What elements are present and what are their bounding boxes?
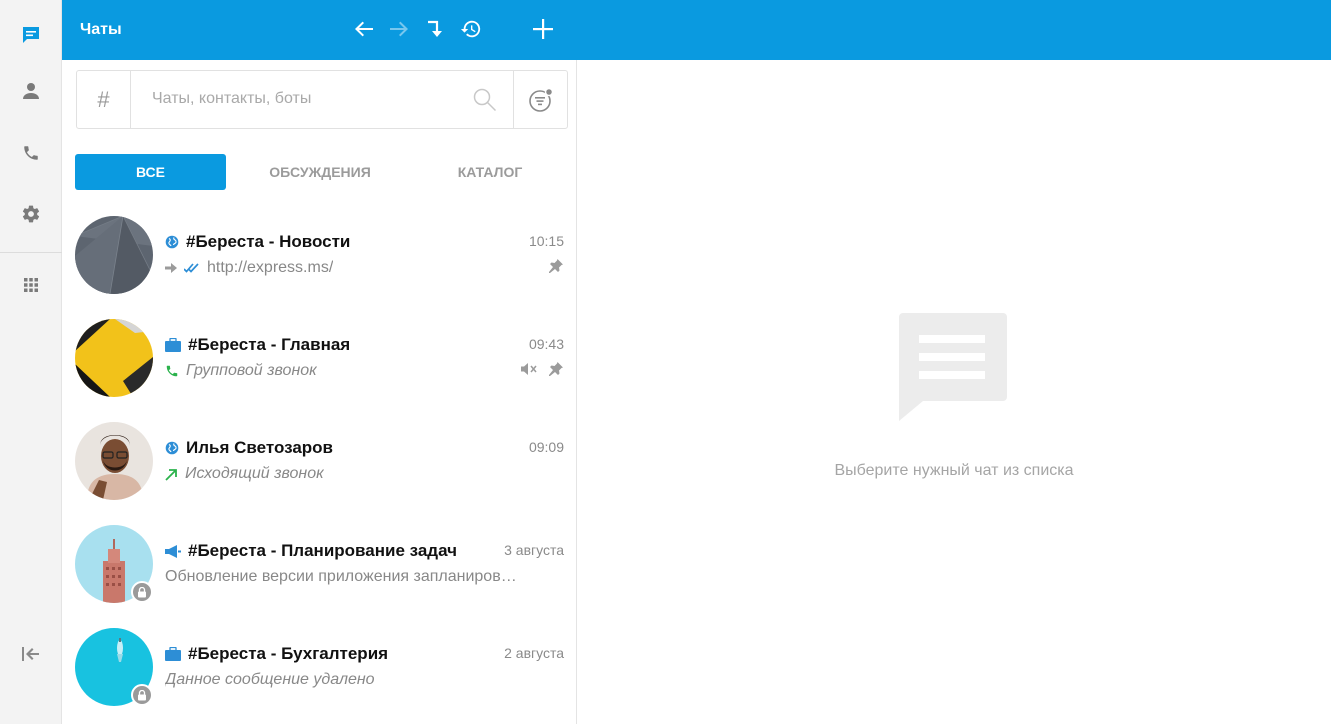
chat-time: 3 августа bbox=[504, 542, 564, 558]
chat-preview: Групповой звонок bbox=[186, 362, 317, 379]
chat-title-row: Илья Светозаров bbox=[165, 438, 333, 458]
chat-preview-row: Групповой звонок bbox=[165, 361, 565, 381]
rail-divider bbox=[0, 252, 62, 253]
chat-item-berestaaccounting[interactable]: #Береста - Бухгалтерия 2 августа Данное … bbox=[62, 614, 576, 717]
forwarded-icon bbox=[165, 263, 177, 273]
message-icon bbox=[899, 313, 1007, 421]
gear-icon bbox=[22, 205, 40, 223]
grid-icon bbox=[24, 278, 38, 292]
chat-title: #Береста - Бухгалтерия bbox=[188, 644, 389, 663]
chat-preview: Обновление версии приложения запланиров… bbox=[165, 568, 517, 585]
globe-icon bbox=[165, 235, 179, 249]
search-box: # bbox=[76, 70, 568, 129]
back-arrow-icon bbox=[355, 21, 373, 37]
pin-icon bbox=[549, 259, 563, 273]
phone-icon bbox=[24, 146, 38, 160]
conversation-empty-state: Выберите нужный чат из списка bbox=[577, 60, 1331, 724]
chat-status-icons bbox=[521, 362, 563, 376]
chat-preview-row: Обновление версии приложения запланиров… bbox=[165, 567, 565, 587]
chat-item-berestanews[interactable]: #Береста - Новости 10:15 http://express.… bbox=[62, 202, 576, 305]
chat-time: 09:09 bbox=[528, 439, 564, 455]
chat-preview: http://express.ms/ bbox=[207, 259, 334, 276]
chat-preview: Исходящий звонок bbox=[185, 465, 324, 482]
chat-time: 2 августа bbox=[504, 645, 564, 661]
outgoing-call-icon bbox=[165, 468, 178, 481]
tab-catalog[interactable]: КАТАЛОГ bbox=[415, 154, 565, 190]
megaphone-icon bbox=[165, 544, 181, 558]
history-button[interactable] bbox=[456, 14, 486, 44]
chat-item-berestaplanning[interactable]: #Береста - Планирование задач 3 августа … bbox=[62, 511, 576, 614]
chat-title: Илья Светозаров bbox=[186, 438, 334, 457]
header-title: Чаты bbox=[80, 21, 122, 38]
briefcase-icon bbox=[165, 647, 181, 661]
search-icon bbox=[473, 88, 497, 112]
filter-icon bbox=[529, 87, 554, 112]
chat-title-row: #Береста - Бухгалтерия bbox=[165, 644, 388, 664]
left-rail bbox=[0, 0, 62, 724]
rail-apps-button[interactable] bbox=[0, 265, 62, 305]
chat-preview-row: Исходящий звонок bbox=[165, 464, 565, 484]
rail-contacts-button[interactable] bbox=[0, 71, 62, 111]
tab-all[interactable]: ВСЕ bbox=[75, 154, 226, 190]
forward-arrow-icon bbox=[390, 21, 408, 37]
conversation-header bbox=[577, 0, 1331, 60]
chat-title: #Береста - Планирование задач bbox=[188, 541, 457, 560]
jump-icon bbox=[428, 20, 442, 37]
chats-header: Чаты bbox=[62, 0, 577, 60]
lock-badge bbox=[131, 581, 153, 603]
rail-calls-button[interactable] bbox=[0, 133, 62, 173]
chat-title: #Береста - Новости bbox=[186, 232, 351, 251]
double-check-icon bbox=[184, 263, 200, 273]
chat-time: 09:43 bbox=[528, 336, 564, 352]
empty-state-text: Выберите нужный чат из списка bbox=[834, 462, 1074, 479]
collapse-left-icon bbox=[22, 647, 39, 661]
muted-icon bbox=[521, 363, 537, 375]
chat-preview-row: http://express.ms/ bbox=[165, 258, 565, 278]
avatar bbox=[75, 422, 153, 500]
back-button[interactable] bbox=[349, 14, 379, 44]
chat-icon bbox=[23, 27, 39, 43]
chat-title-row: #Береста - Планирование задач bbox=[165, 541, 457, 561]
pin-icon bbox=[549, 362, 563, 376]
jump-button[interactable] bbox=[420, 14, 450, 44]
phone-icon bbox=[165, 364, 179, 378]
lock-icon bbox=[138, 586, 146, 597]
person-icon bbox=[23, 83, 39, 99]
lock-badge bbox=[131, 684, 153, 706]
chats-panel: # ВСЕ ОБСУЖДЕНИЯ КАТАЛОГ bbox=[62, 60, 577, 724]
globe-icon bbox=[165, 441, 179, 455]
chat-title-row: #Береста - Новости bbox=[165, 232, 350, 252]
rail-chats-button[interactable] bbox=[0, 15, 62, 55]
history-icon bbox=[460, 20, 481, 38]
chat-item-ilya[interactable]: Илья Светозаров 09:09 Исходящий звонок bbox=[62, 408, 576, 511]
chat-time: 10:15 bbox=[528, 233, 564, 249]
chat-status-icons bbox=[549, 259, 563, 273]
rail-collapse-button[interactable] bbox=[0, 634, 62, 674]
chat-tabs: ВСЕ ОБСУЖДЕНИЯ КАТАЛОГ bbox=[75, 154, 565, 190]
lock-icon bbox=[138, 689, 146, 700]
chat-title-row: #Береста - Главная bbox=[165, 335, 350, 355]
forward-button[interactable] bbox=[384, 14, 414, 44]
rail-settings-button[interactable] bbox=[0, 194, 62, 234]
hashtag-search-button[interactable]: # bbox=[77, 71, 131, 128]
new-chat-button[interactable] bbox=[528, 14, 558, 44]
avatar bbox=[75, 216, 153, 294]
tab-discussions[interactable]: ОБСУЖДЕНИЯ bbox=[245, 154, 395, 190]
app-window: Чаты # Чаты, контакты, боты ВСЕ ОБСУЖДЕН… bbox=[0, 0, 1331, 724]
avatar bbox=[75, 319, 153, 397]
plus-icon bbox=[533, 19, 553, 39]
search-input[interactable] bbox=[152, 90, 452, 108]
chat-title: #Береста - Главная bbox=[188, 335, 351, 354]
chat-preview: Данное сообщение удалено bbox=[165, 671, 375, 688]
filter-button[interactable] bbox=[513, 71, 568, 128]
briefcase-icon bbox=[165, 338, 181, 352]
chat-preview-row: Данное сообщение удалено bbox=[165, 670, 565, 690]
chat-item-berestamain[interactable]: #Береста - Главная 09:43 Групповой звоно… bbox=[62, 305, 576, 408]
